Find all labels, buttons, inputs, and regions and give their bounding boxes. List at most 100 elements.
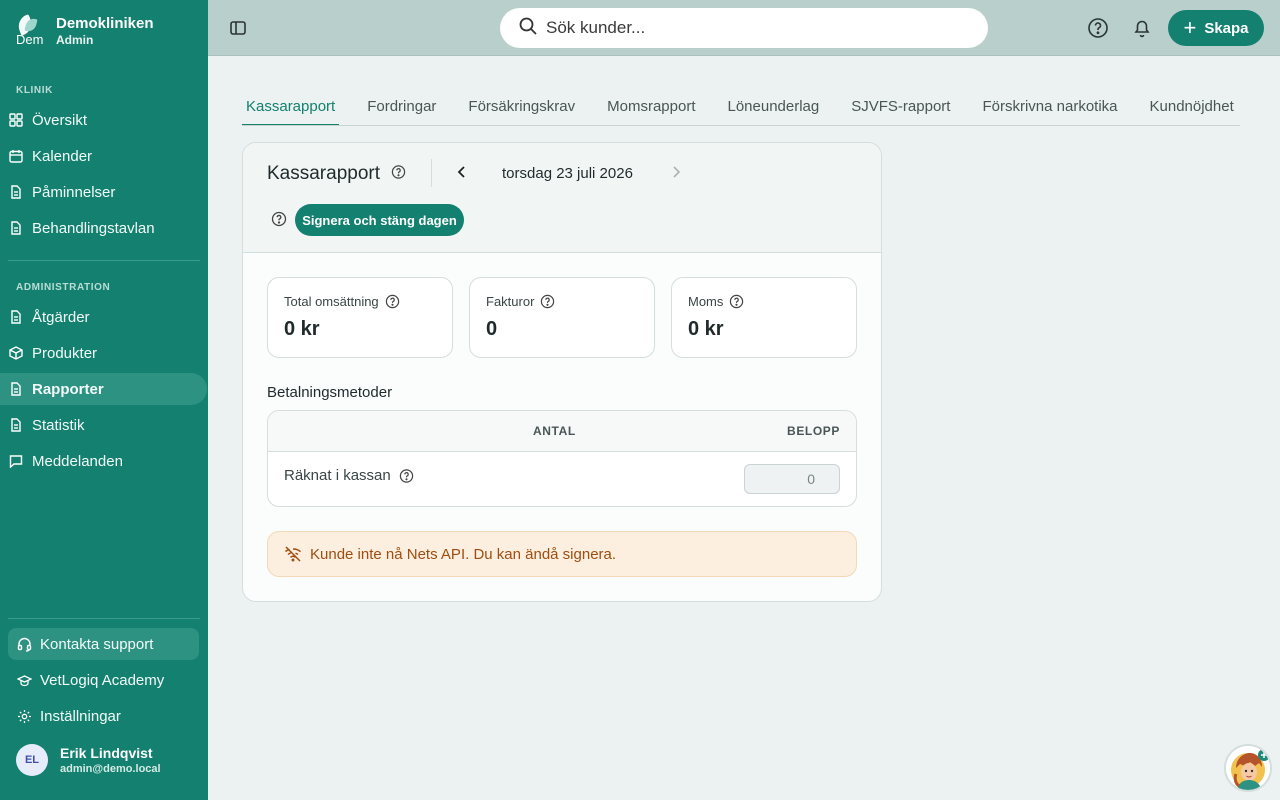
page-title: Kassarapport	[267, 163, 381, 184]
card-header: Kassarapport torsdag 23 juli 2026 Signer…	[243, 143, 881, 253]
help-icon[interactable]	[271, 211, 287, 227]
table-row: Räknat i kassan	[268, 452, 856, 506]
tab-kundnojdhet[interactable]: Kundnöjdhet	[1150, 94, 1234, 125]
sidebar-toggle-icon[interactable]	[228, 18, 248, 38]
stat-label-row: Total omsättning	[284, 294, 436, 309]
sidebar-item-label: Behandlingstavlan	[32, 219, 155, 237]
sidebar-item-label: Statistik	[32, 416, 85, 434]
tab-forsakringskrav[interactable]: Försäkringskrav	[468, 94, 575, 125]
settings-link[interactable]: Inställningar	[8, 700, 199, 732]
stat-label: Fakturor	[486, 294, 535, 309]
counted-in-register-label-row: Räknat i kassan	[284, 467, 414, 484]
counted-amount-input[interactable]	[744, 464, 840, 494]
sign-and-close-day-button[interactable]: Signera och stäng dagen	[295, 204, 464, 236]
document-icon	[8, 184, 24, 200]
sidebar-item-meddelanden[interactable]: Meddelanden	[0, 445, 207, 477]
sidebar-divider	[8, 618, 200, 619]
box-icon	[8, 345, 24, 361]
card-title-row: Kassarapport	[267, 163, 406, 185]
logo-text: Dem	[16, 32, 44, 46]
report-tabs: Kassarapport Fordringar Försäkringskrav Mom…	[242, 94, 1240, 126]
sidebar-item-label: Kalender	[32, 147, 93, 165]
graduation-cap-icon	[16, 672, 32, 688]
help-icon[interactable]	[540, 294, 555, 309]
help-icon[interactable]	[391, 164, 406, 179]
create-button[interactable]: + Skapa	[1168, 10, 1264, 46]
document-icon	[8, 309, 24, 325]
stat-label-row: Moms	[688, 294, 840, 309]
bell-icon[interactable]	[1131, 17, 1153, 39]
sidebar-item-statistik[interactable]: Statistik	[0, 409, 207, 441]
stat-label: Moms	[688, 294, 724, 309]
stat-value: 0 kr	[284, 318, 320, 340]
help-icon[interactable]	[1087, 17, 1109, 39]
stat-card-vat: Moms 0 kr	[671, 277, 857, 358]
tab-forskrivna-narkotika[interactable]: Förskrivna narkotika	[982, 94, 1117, 125]
assistant-avatar-button[interactable]	[1224, 744, 1272, 792]
column-header-amount: BELOPP	[787, 424, 840, 438]
stat-card-invoices: Fakturor 0	[469, 277, 655, 358]
sidebar-item-rapporter[interactable]: Rapporter	[0, 373, 207, 405]
sidebar-item-label: Rapporter	[32, 380, 104, 398]
user-email: admin@demo.local	[60, 762, 161, 775]
tab-kassarapport[interactable]: Kassarapport	[242, 94, 340, 125]
headset-icon	[16, 636, 32, 652]
avatar: EL	[16, 744, 48, 776]
sidebar-item-produkter[interactable]: Produkter	[0, 337, 207, 369]
stat-value: 0 kr	[688, 318, 724, 340]
stat-card-total-turnover: Total omsättning 0 kr	[267, 277, 453, 358]
stat-value: 0	[486, 318, 498, 340]
cash-report-card: Kassarapport torsdag 23 juli 2026 Signer…	[242, 142, 882, 602]
help-icon[interactable]	[729, 294, 744, 309]
top-header: + Skapa	[208, 0, 1280, 56]
sidebar-item-behandlingstavlan[interactable]: Behandlingstavlan	[0, 212, 207, 244]
document-icon	[8, 381, 24, 397]
sidebar-item-label: Åtgärder	[32, 308, 90, 326]
user-name: Erik Lindqvist	[60, 744, 153, 761]
section-title-clinic: KLINIK	[16, 85, 53, 96]
sidebar-item-paminnelser[interactable]: Påminnelser	[0, 176, 207, 208]
contact-support-button[interactable]: Kontakta support	[8, 628, 199, 660]
calendar-icon	[8, 148, 24, 164]
plus-icon: +	[1183, 15, 1197, 40]
help-icon[interactable]	[385, 294, 400, 309]
sidebar-item-label: Produkter	[32, 344, 98, 362]
stat-label: Total omsättning	[284, 294, 379, 309]
academy-link[interactable]: VetLogiq Academy	[8, 664, 199, 696]
user-role: Admin	[56, 33, 94, 47]
brand[interactable]: Dem Demokliniken Admin	[16, 14, 154, 48]
chevron-left-icon[interactable]	[455, 165, 469, 179]
help-icon[interactable]	[399, 468, 414, 483]
sidebar-divider	[8, 260, 200, 261]
gear-icon	[16, 708, 32, 724]
search-icon	[518, 16, 538, 41]
search-input[interactable]	[546, 18, 926, 38]
user-profile[interactable]: EL Erik Lindqvist admin@demo.local	[16, 744, 161, 776]
chat-icon	[8, 453, 24, 469]
clinic-logo-icon: Dem	[16, 14, 46, 46]
sidebar-item-oversikt[interactable]: Översikt	[0, 104, 207, 136]
document-icon	[8, 417, 24, 433]
tab-momsrapport[interactable]: Momsrapport	[607, 94, 695, 125]
tab-fordringar[interactable]: Fordringar	[367, 94, 436, 125]
chevron-right-icon[interactable]	[669, 165, 683, 179]
sidebar-item-label: Påminnelser	[32, 183, 116, 201]
sidebar-item-atgarder[interactable]: Åtgärder	[0, 301, 207, 333]
settings-label: Inställningar	[40, 707, 121, 725]
tab-loneunderlag[interactable]: Löneunderlag	[727, 94, 819, 125]
current-date: torsdag 23 juli 2026	[502, 165, 633, 182]
header-divider	[431, 159, 432, 187]
sidebar-item-label: Översikt	[32, 111, 88, 129]
clinic-name: Demokliniken	[56, 15, 154, 32]
tab-sjvfs-rapport[interactable]: SJVFS-rapport	[851, 94, 950, 125]
document-icon	[8, 220, 24, 236]
sidebar: Dem Demokliniken Admin KLINIK Översikt K…	[0, 0, 208, 800]
sidebar-item-kalender[interactable]: Kalender	[0, 140, 207, 172]
sidebar-item-label: Meddelanden	[32, 452, 123, 470]
search-bar[interactable]	[500, 8, 988, 48]
section-title-payment-methods: Betalningsmetoder	[267, 384, 393, 401]
warning-text: Kunde inte nå Nets API. Du kan ändå sign…	[310, 545, 617, 563]
assistant-character-icon	[1226, 746, 1270, 790]
stat-label-row: Fakturor	[486, 294, 638, 309]
column-header-count: ANTAL	[533, 424, 576, 438]
